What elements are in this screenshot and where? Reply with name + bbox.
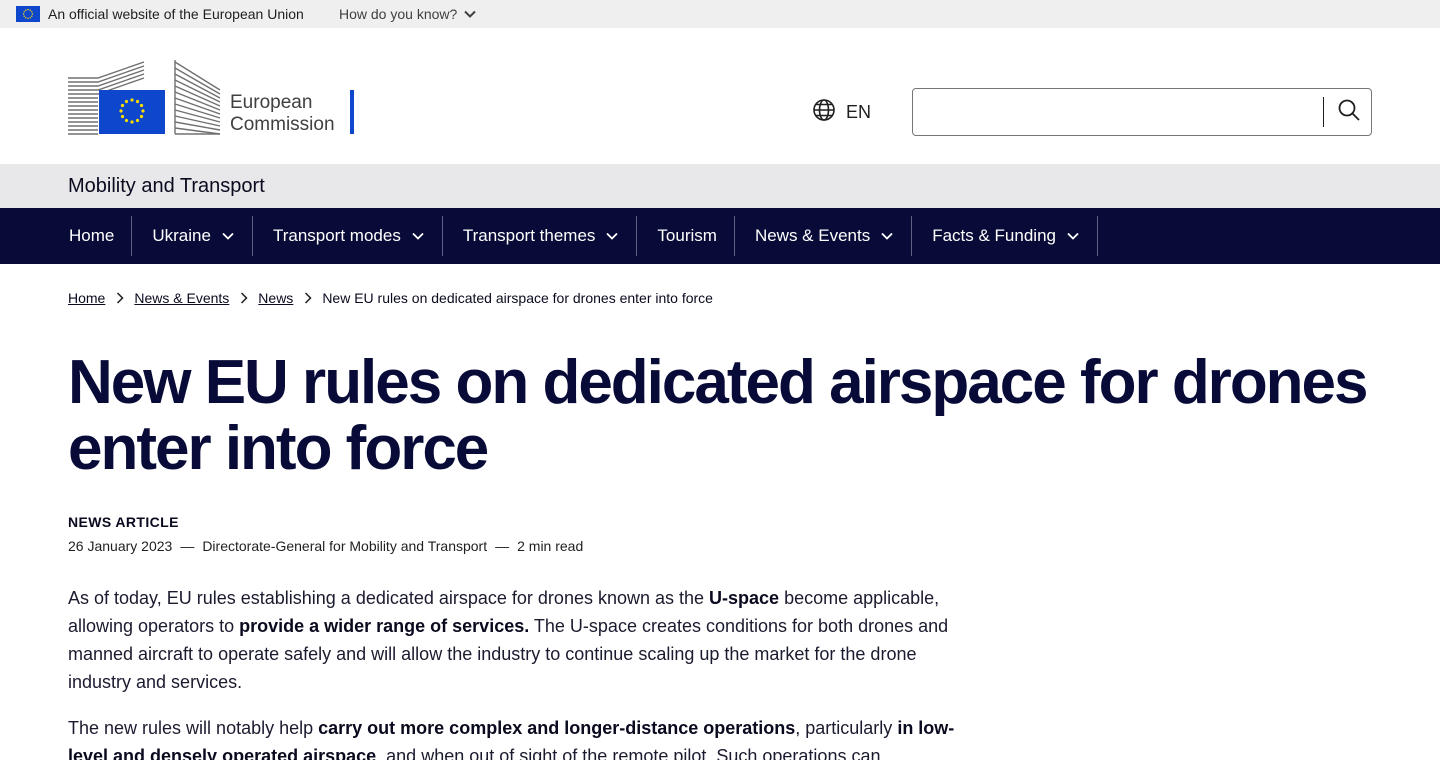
language-code: EN bbox=[846, 101, 872, 122]
nav-item-label: Home bbox=[69, 226, 115, 245]
bold-text: provide a wider range of services. bbox=[239, 616, 530, 636]
nav-item-transport-themes[interactable]: Transport themes bbox=[443, 216, 638, 256]
text-run: As of today, EU rules establishing a ded… bbox=[68, 588, 710, 608]
breadcrumb-link-home[interactable]: Home bbox=[68, 289, 105, 307]
site-name[interactable]: Mobility and Transport bbox=[68, 175, 265, 197]
chevron-down-icon bbox=[221, 231, 235, 241]
nav-item-label: Tourism bbox=[657, 226, 717, 245]
how-do-you-know-label: How do you know? bbox=[339, 6, 458, 22]
how-do-you-know-toggle[interactable]: How do you know? bbox=[339, 6, 477, 22]
eu-flag-icon bbox=[16, 6, 40, 22]
main-navigation: Home Ukraine Transport modes Transport t… bbox=[0, 208, 1440, 264]
european-commission-logo[interactable]: European Commission bbox=[68, 60, 358, 136]
article-body: As of today, EU rules establishing a ded… bbox=[68, 584, 958, 760]
publish-date: 26 January 2023 bbox=[68, 538, 173, 554]
article-meta: 26 January 2023 — Directorate-General fo… bbox=[68, 538, 583, 554]
search-divider bbox=[1323, 97, 1324, 127]
nav-item-transport-modes[interactable]: Transport modes bbox=[253, 216, 443, 256]
nav-item-label: Transport themes bbox=[462, 226, 596, 245]
text-run: , and when out of sight of the remote pi… bbox=[376, 746, 881, 760]
nav-item-label: Ukraine bbox=[152, 226, 211, 245]
bold-text: U-space bbox=[709, 588, 780, 608]
article-paragraph: The new rules will notably help carry ou… bbox=[68, 714, 958, 760]
nav-item-ukraine[interactable]: Ukraine bbox=[132, 216, 253, 256]
article-paragraph: As of today, EU rules establishing a ded… bbox=[68, 584, 958, 696]
search-input[interactable] bbox=[914, 90, 1320, 134]
logo-line-european: European bbox=[230, 92, 313, 113]
search-icon bbox=[1337, 98, 1361, 127]
chevron-right-icon bbox=[304, 292, 312, 304]
nav-item-facts-funding[interactable]: Facts & Funding bbox=[912, 216, 1098, 256]
chevron-down-icon bbox=[605, 231, 619, 241]
chevron-right-icon bbox=[240, 292, 248, 304]
meta-separator: — bbox=[495, 538, 510, 554]
search-box bbox=[912, 88, 1372, 136]
author: Directorate-General for Mobility and Tra… bbox=[202, 538, 488, 554]
chevron-right-icon bbox=[116, 292, 124, 304]
breadcrumb-link-news-events[interactable]: News & Events bbox=[134, 289, 229, 307]
logo-divider bbox=[350, 90, 354, 134]
logo-text: European Commission bbox=[230, 92, 335, 136]
nav-item-tourism[interactable]: Tourism bbox=[637, 216, 735, 256]
breadcrumb-current: New EU rules on dedicated airspace for d… bbox=[322, 290, 713, 306]
chevron-down-icon bbox=[411, 231, 425, 241]
nav-item-label: News & Events bbox=[754, 226, 871, 245]
site-name-band: Mobility and Transport bbox=[0, 164, 1440, 208]
chevron-down-icon bbox=[463, 6, 477, 22]
text-run: The new rules will notably help bbox=[68, 718, 319, 738]
globe-icon bbox=[812, 98, 836, 127]
content-type-label: NEWS ARTICLE bbox=[68, 514, 179, 530]
text-run: , particularly bbox=[795, 718, 898, 738]
eu-official-bar: An official website of the European Unio… bbox=[0, 0, 1440, 28]
chevron-down-icon bbox=[1066, 231, 1080, 241]
logo-line-commission: Commission bbox=[230, 114, 335, 135]
chevron-down-icon bbox=[880, 231, 894, 241]
search-button[interactable] bbox=[1327, 91, 1371, 133]
bold-text: carry out more complex and longer-distan… bbox=[318, 718, 796, 738]
nav-item-home[interactable]: Home bbox=[68, 216, 133, 256]
page-title: New EU rules on dedicated airspace for d… bbox=[68, 348, 1369, 483]
nav-item-label: Transport modes bbox=[272, 226, 401, 245]
read-time: 2 min read bbox=[517, 538, 584, 554]
commission-building-icon bbox=[68, 60, 221, 135]
meta-separator: — bbox=[180, 538, 195, 554]
nav-item-label: Facts & Funding bbox=[932, 226, 1056, 245]
breadcrumb-link-news[interactable]: News bbox=[258, 289, 293, 307]
official-website-text: An official website of the European Unio… bbox=[48, 6, 304, 22]
nav-item-news-events[interactable]: News & Events bbox=[735, 216, 913, 256]
breadcrumb: Home News & Events News New EU rules on … bbox=[68, 289, 713, 307]
language-selector[interactable]: EN bbox=[812, 98, 872, 127]
